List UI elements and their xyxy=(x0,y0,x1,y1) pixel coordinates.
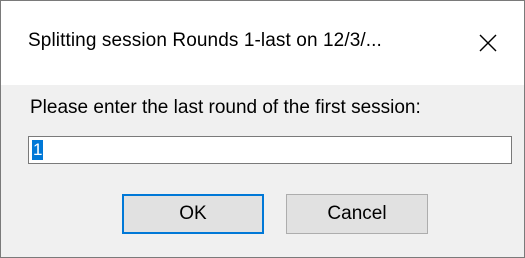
prompt-label: Please enter the last round of the first… xyxy=(30,97,421,118)
dialog-body: Please enter the last round of the first… xyxy=(1,85,524,257)
window-title: Splitting session Rounds 1-last on 12/3/… xyxy=(28,30,382,51)
round-input-value: 1 xyxy=(32,140,44,160)
input-dialog: Splitting session Rounds 1-last on 12/3/… xyxy=(0,0,525,258)
close-button[interactable] xyxy=(452,1,524,85)
ok-button[interactable]: OK xyxy=(122,194,264,234)
round-input[interactable]: 1 xyxy=(28,136,512,164)
cancel-button[interactable]: Cancel xyxy=(286,194,428,234)
title-bar[interactable]: Splitting session Rounds 1-last on 12/3/… xyxy=(1,1,524,85)
close-icon xyxy=(479,34,497,52)
